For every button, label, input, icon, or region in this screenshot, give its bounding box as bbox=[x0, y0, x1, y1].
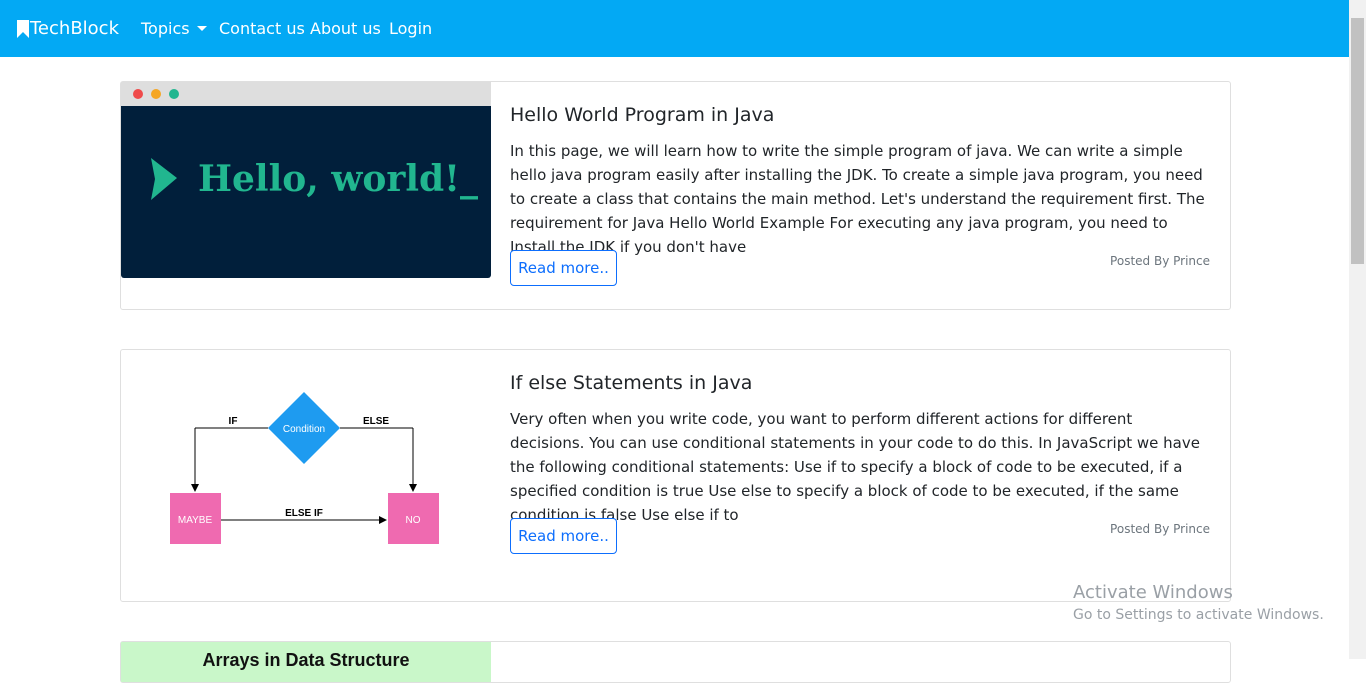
nav-login[interactable]: Login bbox=[389, 19, 432, 38]
post-card: Arrays in Data Structure bbox=[120, 641, 1231, 683]
read-more-button[interactable]: Read more.. bbox=[510, 250, 617, 286]
maybe-label: MAYBE bbox=[178, 515, 213, 526]
hello-world-thumbnail: Hello, world!_ bbox=[121, 82, 491, 278]
bookmark-icon bbox=[17, 19, 29, 38]
post-excerpt: Very often when you write code, you want… bbox=[510, 410, 1200, 524]
activate-windows-subtitle: Go to Settings to activate Windows. bbox=[1073, 607, 1324, 623]
hello-world-image-text: Hello, world!_ bbox=[198, 158, 478, 200]
nav-topics-label: Topics bbox=[141, 19, 190, 38]
arrays-thumbnail: Arrays in Data Structure bbox=[121, 642, 491, 682]
nav-topics-dropdown[interactable]: Topics bbox=[141, 19, 207, 38]
post-card: Hello, world!_ Hello World Program in Ja… bbox=[120, 81, 1231, 310]
if-else-diagram: Condition IF ELSE MAYBE NO ELSE IF bbox=[170, 392, 439, 544]
nav-about-us[interactable]: About us bbox=[310, 19, 381, 38]
else-label: ELSE bbox=[363, 416, 389, 427]
arrays-image-text: Arrays in Data Structure bbox=[202, 650, 409, 670]
window-minimize-dot bbox=[151, 89, 161, 99]
post-card: Condition IF ELSE MAYBE NO ELSE IF If el… bbox=[120, 349, 1231, 602]
nav-contact-us[interactable]: Contact us bbox=[219, 19, 305, 38]
brand-name: TechBlock bbox=[30, 18, 119, 39]
vertical-scrollbar[interactable] bbox=[1349, 0, 1366, 659]
else-if-label: ELSE IF bbox=[285, 508, 323, 519]
if-label: IF bbox=[229, 416, 238, 427]
brand-link[interactable]: TechBlock bbox=[16, 18, 119, 39]
window-close-dot bbox=[133, 89, 143, 99]
condition-label: Condition bbox=[283, 424, 325, 435]
scrollbar-thumb[interactable] bbox=[1351, 18, 1364, 264]
posted-by: Posted By Prince bbox=[1110, 254, 1210, 268]
post-title: Hello World Program in Java bbox=[510, 104, 775, 126]
activate-windows-title: Activate Windows bbox=[1073, 582, 1233, 603]
posted-by: Posted By Prince bbox=[1110, 522, 1210, 536]
window-maximize-dot bbox=[169, 89, 179, 99]
read-more-button[interactable]: Read more.. bbox=[510, 518, 617, 554]
no-label: NO bbox=[406, 515, 421, 526]
post-excerpt: In this page, we will learn how to write… bbox=[510, 142, 1205, 256]
post-title: If else Statements in Java bbox=[510, 372, 753, 394]
top-navbar: TechBlock Topics Contact us About us Log… bbox=[0, 0, 1349, 57]
caret-down-icon bbox=[196, 26, 207, 31]
